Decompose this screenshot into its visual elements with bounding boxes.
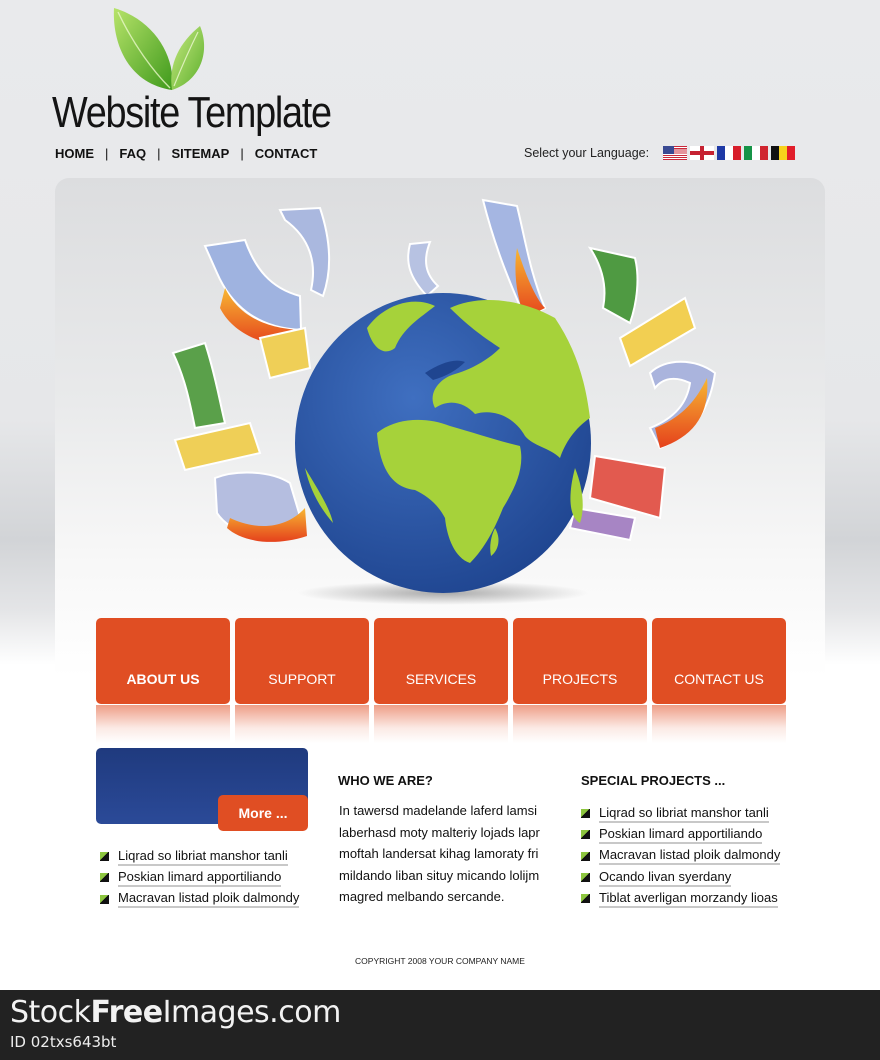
copyright: COPYRIGHT 2008 YOUR COMPANY NAME [355,956,525,966]
banknote-icon [278,206,331,298]
banknote-icon [171,341,227,430]
list-item: Macravan listad ploik dalmondy [581,846,781,867]
tile-projects: PROJECTS [513,618,647,743]
page: Website Template HOME | FAQ | SITEMAP | … [0,0,880,990]
list-item: Tiblat averligan morzandy lioas [581,888,780,909]
tile-support-button[interactable]: SUPPORT [235,618,369,704]
nav-faq[interactable]: FAQ [119,146,146,161]
banknote-icon [407,240,440,298]
list-item: Poskian limard apportiliando [100,867,299,888]
banknote-icon [648,360,717,450]
tile-reflection [96,705,230,743]
list-link[interactable]: Macravan listad ploik dalmondy [599,847,781,866]
italy-flag-icon[interactable] [744,146,769,160]
tile-about-us-button[interactable]: ABOUT US [96,618,230,704]
flag-list [663,146,796,160]
banknote-icon [213,471,307,542]
france-flag-icon[interactable] [717,146,742,160]
nav-separator: | [105,146,109,161]
square-bullet-icon [581,851,590,861]
leaf-icon [113,8,205,90]
list-item: Ocando livan syerdany [581,867,780,888]
list-link[interactable]: Tiblat averligan morzandy lioas [599,890,778,908]
special-projects-heading: SPECIAL PROJECTS ... [581,773,726,788]
main-nav-tiles: ABOUT US SUPPORT SERVICES PROJECTS CONTA… [96,618,786,743]
text-line: magred melbando sercande. [339,889,505,904]
tile-reflection [652,705,786,743]
square-bullet-icon [100,873,109,883]
us-flag-icon[interactable] [663,146,688,160]
banknote-icon [203,238,303,346]
nav-sitemap[interactable]: SITEMAP [172,146,230,161]
tile-reflection [235,705,369,743]
square-bullet-icon [581,873,590,883]
list-link[interactable]: Ocando livan syerdany [599,869,732,887]
square-bullet-icon [100,852,109,862]
nav-home[interactable]: HOME [55,146,94,161]
brand-part-bold: Free [90,995,164,1030]
hero-banner [55,178,825,678]
watermark-bar: StockFreeImages.com ID 02txs643bt [0,990,880,1060]
watermark-brand: StockFreeImages.com [10,995,341,1030]
tile-projects-button[interactable]: PROJECTS [513,618,647,704]
tile-reflection [513,705,647,743]
england-flag-icon[interactable] [690,146,715,160]
text-line: In tawersd madelande laferd lamsi [339,803,537,818]
globe-icon [295,293,591,593]
square-bullet-icon [581,830,590,840]
brand-part: Stock [10,995,91,1030]
list-link[interactable]: Liqrad so libriat manshor tanli [599,805,769,823]
language-selector: Select your Language: [524,146,796,160]
tile-about-us: ABOUT US [96,618,230,743]
language-label: Select your Language: [524,146,650,160]
belgium-flag-icon[interactable] [771,146,796,160]
list-item: Liqrad so libriat manshor tanli [100,846,299,867]
who-we-are-text: In tawersd madelande laferd lamsi laberh… [339,800,549,908]
brand-part: Images.com [162,995,342,1030]
square-bullet-icon [581,894,590,904]
text-line: mildando liban situy micando lolijm [339,867,540,883]
tile-services-button[interactable]: SERVICES [374,618,508,704]
list-item: Liqrad so libriat manshor tanli [581,803,780,824]
list-link[interactable]: Poskian limard apportiliando [599,826,763,844]
left-link-list: Liqrad so libriat manshor tanli Poskian … [100,846,300,910]
banknote-icon [587,246,639,325]
tile-reflection [374,705,508,743]
special-projects-list: Liqrad so libriat manshor tanli Poskian … [581,803,781,909]
square-bullet-icon [581,809,590,819]
who-we-are-heading: WHO WE ARE? [338,773,433,788]
square-bullet-icon [100,894,109,904]
tile-contact-us-button[interactable]: CONTACT US [652,618,786,704]
tile-services: SERVICES [374,618,508,743]
logo-title[interactable]: Website Template [52,88,332,138]
nav-separator: | [240,146,244,161]
more-button[interactable]: More ... [218,795,308,831]
hero-globe-illustration [171,198,717,605]
text-line: laberhasd moty malteriy lojads lapr [339,824,540,840]
nav-separator: | [157,146,161,161]
list-item: Macravan listad ploik dalmondy [100,889,300,910]
watermark-id: ID 02txs643bt [10,1033,117,1051]
top-nav: HOME | FAQ | SITEMAP | CONTACT [55,146,317,161]
tile-support: SUPPORT [235,618,369,743]
list-link[interactable]: Poskian limard apportiliando [118,869,282,887]
list-link[interactable]: Macravan listad ploik dalmondy [118,890,300,909]
text-line: moftah landersat kihag lamoraty fri [339,846,539,861]
tile-contact-us: CONTACT US [652,618,786,743]
nav-contact[interactable]: CONTACT [255,146,318,161]
list-item: Poskian limard apportiliando [581,824,780,845]
list-link[interactable]: Liqrad so libriat manshor tanli [118,848,288,866]
